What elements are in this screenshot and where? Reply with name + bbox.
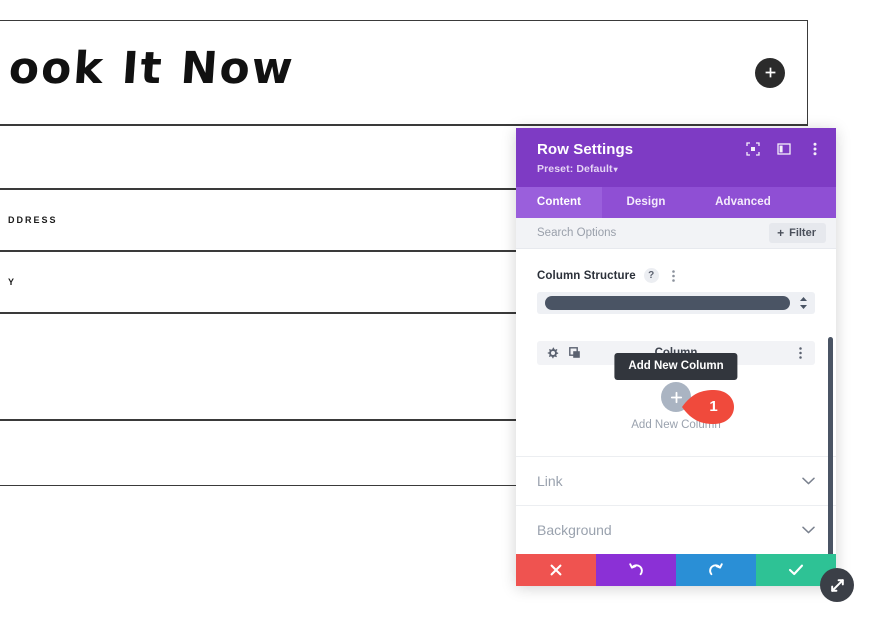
filter-button[interactable]: + Filter	[769, 223, 826, 243]
layout-columns-icon[interactable]	[776, 141, 791, 156]
hero-row[interactable]: ook It Now	[0, 20, 808, 125]
cancel-button[interactable]	[516, 554, 596, 586]
step-marker-1: 1	[682, 389, 734, 424]
column-item-icons	[546, 347, 581, 360]
resize-diagonal-icon[interactable]	[820, 568, 854, 602]
section-link-label: Link	[537, 473, 563, 489]
chevron-down-icon	[801, 523, 815, 537]
section-background[interactable]: Background	[516, 505, 836, 554]
section-link[interactable]: Link	[516, 456, 836, 505]
search-bar: + Filter	[516, 218, 836, 249]
focus-target-icon[interactable]	[745, 141, 760, 156]
screen: ook It Now DDRESS Y Row Settings Preset:…	[0, 0, 880, 617]
column-structure-header: Column Structure ?	[537, 268, 815, 283]
panel-header-icons	[745, 141, 822, 156]
kebab-menu-icon[interactable]	[807, 141, 822, 156]
panel-action-bar	[516, 554, 836, 586]
kebab-menu-icon[interactable]	[667, 268, 680, 283]
structure-preview-bar	[545, 296, 790, 310]
panel-header: Row Settings Preset: Default▾	[516, 128, 836, 187]
add-new-column-tooltip: Add New Column	[614, 353, 738, 380]
step-marker-number: 1	[709, 398, 718, 415]
add-new-column-area: Add New Column 1 Add New Column	[516, 353, 836, 431]
hero-title: ook It Now	[7, 43, 297, 94]
panel-body: Column Structure ? Add New Column 1 Add …	[516, 249, 836, 554]
kebab-menu-icon[interactable]	[794, 346, 806, 360]
gear-icon[interactable]	[546, 347, 559, 360]
tab-design[interactable]: Design	[602, 187, 690, 218]
help-icon[interactable]: ?	[643, 268, 659, 283]
chevron-down-icon	[801, 474, 815, 488]
collapsible-sections: Link Background	[516, 456, 836, 554]
preset-label: Preset: Default	[537, 163, 613, 175]
duplicate-icon[interactable]	[568, 347, 581, 360]
plus-circle-icon[interactable]	[755, 57, 785, 88]
field-label-address: DDRESS	[8, 215, 58, 225]
redo-button[interactable]	[676, 554, 756, 586]
filter-label: Filter	[789, 227, 816, 239]
chevron-down-icon: ▾	[613, 165, 618, 174]
search-input[interactable]	[537, 227, 770, 239]
panel-scrollbar[interactable]	[828, 337, 833, 554]
plus-icon: +	[777, 226, 785, 240]
column-structure-label: Column Structure	[537, 269, 636, 282]
tab-advanced[interactable]: Advanced	[690, 187, 796, 218]
row-settings-panel: Row Settings Preset: Default▾ Content De…	[516, 128, 854, 602]
undo-button[interactable]	[596, 554, 676, 586]
tab-content[interactable]: Content	[516, 187, 602, 218]
section-background-label: Background	[537, 522, 612, 538]
panel-tabs: Content Design Advanced	[516, 187, 836, 218]
spinner-arrows-icon	[798, 295, 809, 311]
field-label-city: Y	[8, 277, 17, 287]
preset-selector[interactable]: Preset: Default▾	[537, 163, 818, 175]
column-structure-select[interactable]	[537, 292, 815, 314]
column-structure-section: Column Structure ?	[516, 249, 836, 314]
